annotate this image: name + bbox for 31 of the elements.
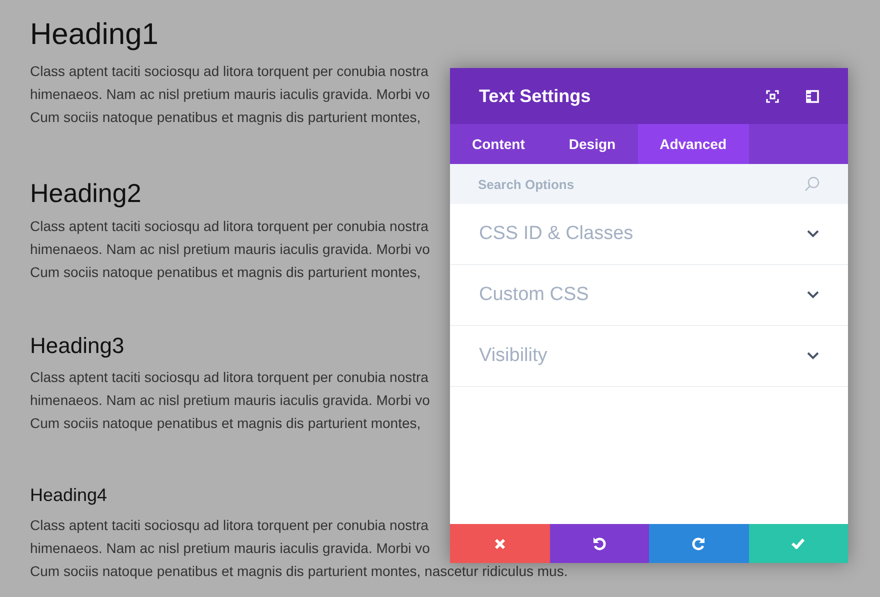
tab[interactable]: Advanced — [638, 124, 749, 164]
paragraph-line: himenaeos. Nam ac nisl pretium mauris iaculis gravida. Morbi vo — [30, 390, 430, 410]
modal-title: Text Settings — [479, 84, 592, 108]
paragraph-line: himenaeos. Nam ac nisl pretium mauris iaculis gravida. Morbi vo — [30, 84, 430, 104]
close-icon — [494, 538, 506, 550]
fullscreen-icon[interactable] — [766, 90, 779, 102]
paragraph-line: Cum sociis natoque penatibus et magnis dis parturient montes, — [30, 108, 421, 127]
tab[interactable]: Design — [546, 124, 638, 164]
search-icon[interactable] — [804, 176, 820, 192]
save-button[interactable] — [748, 524, 848, 563]
paragraph-line: Class aptent taciti sociosqu ad litora torquent per conubia nostra — [30, 62, 428, 81]
heading: Heading3 — [30, 332, 124, 360]
paragraph-line: himenaeos. Nam ac nisl pretium mauris iaculis gravida. Morbi vo — [30, 539, 430, 558]
undo-button[interactable] — [550, 524, 649, 563]
paragraph-line: Cum sociis natoque penatibus et magnis dis parturient montes, — [30, 263, 421, 282]
paragraph-line: Class aptent taciti sociosqu ad litora torquent per conubia nostra — [30, 217, 428, 236]
heading: Heading4 — [30, 484, 108, 506]
paragraph-line: himenaeos. Nam ac nisl pretium mauris iaculis gravida. Morbi vo — [30, 240, 430, 259]
sidebar-layout-icon[interactable] — [806, 90, 819, 102]
tab[interactable]: Content — [450, 124, 547, 164]
checkmark-icon — [791, 538, 806, 549]
paragraph-line: Class aptent taciti sociosqu ad litora torquent per conubia nostra — [30, 368, 428, 387]
paragraph-line: Cum sociis natoque penatibus et magnis dis parturient montes, — [30, 414, 421, 433]
paragraph-line: Class aptent taciti sociosqu ad litora torquent per conubia nostra — [30, 516, 428, 535]
heading: Heading1 — [30, 17, 158, 53]
paragraph-line: Cum sociis natoque penatibus et magnis dis parturient montes, nascetur ridiculus mus. — [30, 562, 568, 581]
undo-icon — [592, 536, 607, 551]
search-field[interactable]: Search Options — [450, 164, 848, 204]
redo-button[interactable] — [649, 524, 748, 563]
redo-icon — [691, 536, 706, 551]
heading: Heading2 — [30, 176, 142, 209]
